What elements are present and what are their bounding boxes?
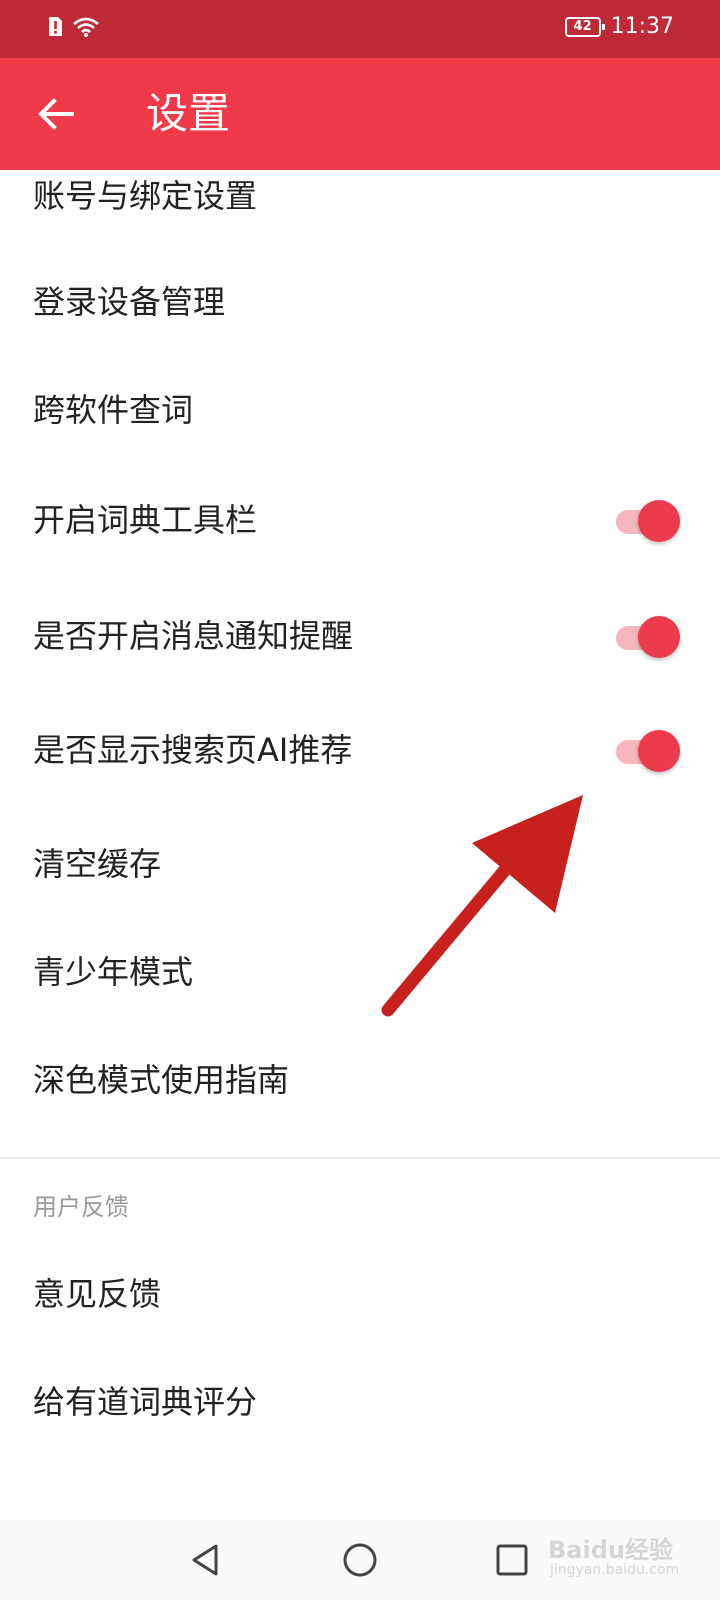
home-circle-icon (338, 1543, 382, 1586)
nav-home-button[interactable] (338, 1538, 382, 1582)
settings-item-label: 账号与绑定设置 (33, 177, 258, 215)
settings-item-device-management[interactable]: 登录设备管理 (0, 246, 720, 358)
settings-item-label: 是否显示搜索页AI推荐 (33, 731, 353, 769)
status-right: 42 11:37 (564, 14, 674, 39)
arrow-left-icon (34, 98, 78, 140)
settings-item-label: 青少年模式 (33, 953, 194, 991)
dictionary-toolbar-toggle[interactable] (616, 498, 682, 542)
settings-item-label: 是否开启消息通知提醒 (33, 617, 354, 655)
settings-item-account-binding[interactable]: 账号与绑定设置 (0, 140, 720, 252)
settings-item-clear-cache[interactable]: 清空缓存 (0, 808, 720, 920)
settings-item-label: 清空缓存 (33, 845, 162, 883)
wifi-icon (72, 16, 100, 42)
nav-back-button[interactable] (184, 1538, 228, 1582)
settings-item-message-notification: 是否开启消息通知提醒 (0, 580, 720, 692)
back-triangle-icon (184, 1544, 228, 1586)
settings-item-label: 跨软件查词 (33, 391, 194, 429)
settings-item-label: 开启词典工具栏 (33, 501, 258, 539)
section-divider (0, 1157, 720, 1159)
watermark-brand: Baidu经验 (548, 1536, 673, 1564)
settings-item-label: 登录设备管理 (33, 283, 226, 321)
watermark-url: jingyan.baidu.com (550, 1562, 680, 1578)
message-notification-toggle[interactable] (616, 614, 682, 658)
nav-recents-button[interactable] (490, 1538, 534, 1582)
toggle-thumb (638, 730, 680, 772)
battery-indicator: 42 (564, 16, 605, 37)
settings-item-label: 意见反馈 (33, 1275, 162, 1313)
clock: 11:37 (610, 14, 674, 39)
settings-item-rate-app[interactable]: 给有道词典评分 (0, 1346, 720, 1458)
settings-item-label: 给有道词典评分 (33, 1383, 258, 1421)
page-title: 设置 (146, 89, 231, 138)
settings-item-dictionary-toolbar: 开启词典工具栏 (0, 464, 720, 576)
recents-square-icon (490, 1544, 534, 1586)
toggle-thumb (638, 616, 680, 658)
back-button[interactable] (34, 92, 78, 136)
settings-item-teen-mode[interactable]: 青少年模式 (0, 916, 720, 1028)
settings-item-search-ai-recommend: 是否显示搜索页AI推荐 (0, 694, 720, 806)
status-bar: 42 11:37 (0, 0, 720, 58)
search-ai-recommend-toggle[interactable] (616, 728, 682, 772)
settings-item-feedback[interactable]: 意见反馈 (0, 1238, 720, 1350)
settings-item-dark-mode-guide[interactable]: 深色模式使用指南 (0, 1024, 720, 1136)
toggle-thumb (638, 500, 680, 542)
settings-item-cross-app-lookup[interactable]: 跨软件查词 (0, 354, 720, 466)
section-header-feedback: 用户反馈 (33, 1193, 129, 1221)
alert-icon (46, 16, 64, 42)
baidu-watermark: Baidu经验 jingyan.baidu.com (548, 1530, 698, 1586)
settings-item-label: 深色模式使用指南 (33, 1061, 290, 1099)
status-left (46, 16, 100, 42)
